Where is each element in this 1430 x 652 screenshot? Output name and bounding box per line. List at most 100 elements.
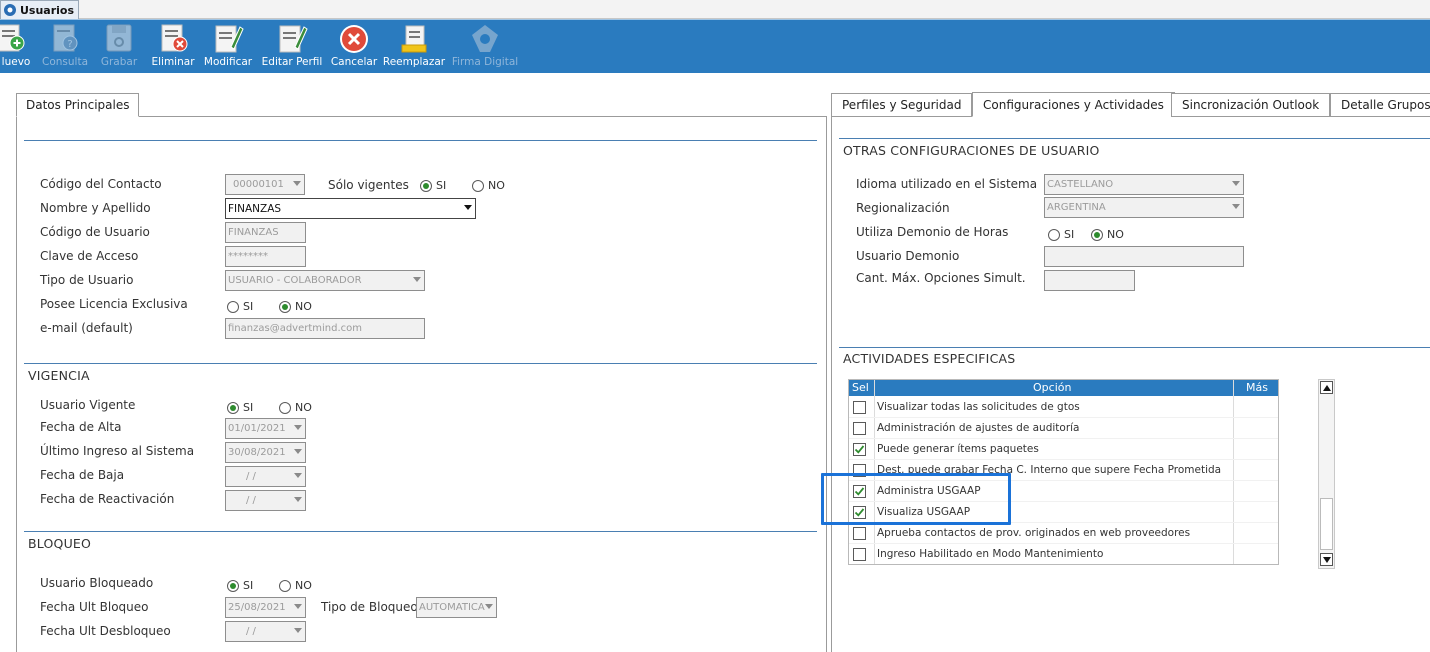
solo-vigentes-no-radio[interactable]: NO <box>472 179 505 192</box>
clave-input[interactable]: ******** <box>225 246 306 267</box>
fecha-alta-date[interactable]: 01/01/2021 <box>225 418 306 439</box>
usuario-vigente-no-radio[interactable]: NO <box>279 401 312 414</box>
chevron-down-icon <box>294 604 302 609</box>
query-icon: ? <box>53 24 78 52</box>
licencia-label: Posee Licencia Exclusiva <box>40 297 188 311</box>
codigo-contacto-select[interactable]: 00000101 <box>225 174 305 195</box>
row-checkbox[interactable] <box>853 548 866 561</box>
scroll-up-button[interactable] <box>1320 381 1333 394</box>
edit-profile-button-label: Editar Perfil <box>261 56 323 68</box>
fecha-baja-value: / / <box>246 471 256 482</box>
actividades-grid: Sel Opción Más Visualizar todas las soli… <box>848 379 1279 565</box>
radio-label: NO <box>488 179 505 192</box>
query-button[interactable]: ? Consulta <box>42 20 88 74</box>
idioma-select[interactable]: CASTELLANO <box>1044 174 1244 195</box>
edit-icon <box>215 25 244 53</box>
row-text: Ingreso Habilitado en Modo Mantenimiento <box>877 548 1104 560</box>
row-text: Puede generar ítems paquetes <box>877 443 1039 455</box>
tab-detalle-grupos[interactable]: Detalle Grupos <box>1330 93 1430 117</box>
ultimo-ingreso-date[interactable]: 30/08/2021 <box>225 442 306 463</box>
table-row[interactable]: Administración de ajustes de auditoría <box>849 418 1278 439</box>
cant-max-input[interactable] <box>1044 270 1135 291</box>
usuario-bloqueado-si-radio[interactable]: SI <box>227 579 253 592</box>
fecha-ult-desbloqueo-label: Fecha Ult Desbloqueo <box>40 624 171 638</box>
tipo-bloqueo-select[interactable]: AUTOMATICA <box>416 597 497 618</box>
licencia-no-radio[interactable]: NO <box>279 300 312 313</box>
grid-scrollbar[interactable] <box>1318 379 1335 569</box>
table-row[interactable]: Ingreso Habilitado en Modo Mantenimiento <box>849 544 1278 565</box>
email-label: e-mail (default) <box>40 321 133 335</box>
tab-label: Configuraciones y Actividades <box>983 97 1164 112</box>
tipo-usuario-select[interactable]: USUARIO - COLABORADOR <box>225 270 425 291</box>
column-mas: Más <box>1246 381 1268 394</box>
arrow-up-icon <box>1322 384 1331 391</box>
email-field[interactable]: finanzas@advertmind.com <box>225 318 425 339</box>
cancel-button[interactable]: Cancelar <box>330 20 378 74</box>
datos-principales-panel <box>16 116 827 652</box>
row-checkbox[interactable] <box>853 443 866 456</box>
radio-label: SI <box>243 579 254 592</box>
divider <box>24 140 817 141</box>
column-opcion: Opción <box>1033 381 1072 394</box>
fecha-reactivacion-date[interactable]: / / <box>225 490 306 511</box>
regionalizacion-select[interactable]: ARGENTINA <box>1044 197 1244 218</box>
demonio-horas-no-radio[interactable]: NO <box>1091 228 1124 241</box>
scroll-thumb[interactable] <box>1320 498 1333 550</box>
divider <box>24 363 817 364</box>
fecha-ult-bloqueo-date[interactable]: 25/08/2021 <box>225 597 306 618</box>
fecha-ult-bloqueo-value: 25/08/2021 <box>228 602 286 613</box>
tab-configuraciones-actividades[interactable]: Configuraciones y Actividades <box>972 92 1175 117</box>
codigo-usuario-input[interactable]: FINANZAS <box>225 222 306 243</box>
row-text: Administración de ajustes de auditoría <box>877 422 1080 434</box>
tipo-bloqueo-value: AUTOMATICA <box>419 602 485 613</box>
chevron-down-icon <box>293 181 301 186</box>
new-button[interactable]: luevo <box>0 20 32 74</box>
row-checkbox[interactable] <box>853 422 866 435</box>
table-row[interactable]: Visualizar todas las solicitudes de gtos <box>849 397 1278 418</box>
save-button[interactable]: Grabar <box>100 20 138 74</box>
usuario-bloqueado-label: Usuario Bloqueado <box>40 576 154 590</box>
regionalizacion-value: ARGENTINA <box>1047 202 1106 213</box>
window-tab-usuarios[interactable]: Usuarios <box>0 0 80 19</box>
fecha-ult-desbloqueo-value: / / <box>246 626 256 637</box>
tab-datos-principales-label: Datos Principales <box>26 98 130 112</box>
arrow-down-icon <box>1322 556 1331 563</box>
replace-icon <box>401 25 427 53</box>
nombre-select[interactable]: FINANZAS <box>225 198 476 219</box>
clave-value: ******** <box>228 251 268 262</box>
radio-label: SI <box>243 300 254 313</box>
licencia-si-radio[interactable]: SI <box>227 300 253 313</box>
chevron-down-icon <box>413 277 421 282</box>
fecha-ult-desbloqueo-date[interactable]: / / <box>225 621 306 642</box>
edit-profile-button[interactable]: Editar Perfil <box>260 20 324 74</box>
toolbar: luevo ? Consulta Grabar Eliminar Modific… <box>0 19 1430 73</box>
usuario-bloqueado-no-radio[interactable]: NO <box>279 579 312 592</box>
digital-signature-button[interactable]: Firma Digital <box>452 20 518 74</box>
codigo-contacto-value: 00000101 <box>233 179 284 190</box>
scroll-down-button[interactable] <box>1320 553 1333 566</box>
usuario-demonio-input[interactable] <box>1044 246 1244 267</box>
replace-button-label: Reemplazar <box>382 56 446 68</box>
codigo-contacto-label: Código del Contacto <box>40 177 162 191</box>
window-tab-label: Usuarios <box>20 3 75 17</box>
edit-button[interactable]: Modificar <box>202 20 254 74</box>
demonio-horas-si-radio[interactable]: SI <box>1048 228 1074 241</box>
table-row[interactable]: Puede generar ítems paquetes <box>849 439 1278 460</box>
replace-button[interactable]: Reemplazar <box>382 20 446 74</box>
radio-icon <box>279 401 291 414</box>
tab-label: Sincronización Outlook <box>1182 98 1320 112</box>
fecha-baja-date[interactable]: / / <box>225 466 306 487</box>
table-row[interactable]: Aprueba contactos de prov. originados en… <box>849 523 1278 544</box>
solo-vigentes-si-radio[interactable]: SI <box>420 179 446 192</box>
tab-sincronizacion-outlook[interactable]: Sincronización Outlook <box>1171 93 1331 117</box>
radio-label: NO <box>295 401 312 414</box>
tab-perfiles-seguridad[interactable]: Perfiles y Seguridad <box>831 93 973 117</box>
usuario-vigente-si-radio[interactable]: SI <box>227 401 253 414</box>
usuario-demonio-label: Usuario Demonio <box>856 249 960 263</box>
tab-datos-principales[interactable]: Datos Principales <box>16 93 140 117</box>
nombre-value: FINANZAS <box>228 202 282 215</box>
row-checkbox[interactable] <box>853 401 866 414</box>
digital-signature-icon <box>472 25 498 52</box>
delete-button[interactable]: Eliminar <box>150 20 196 74</box>
row-checkbox[interactable] <box>853 527 866 540</box>
